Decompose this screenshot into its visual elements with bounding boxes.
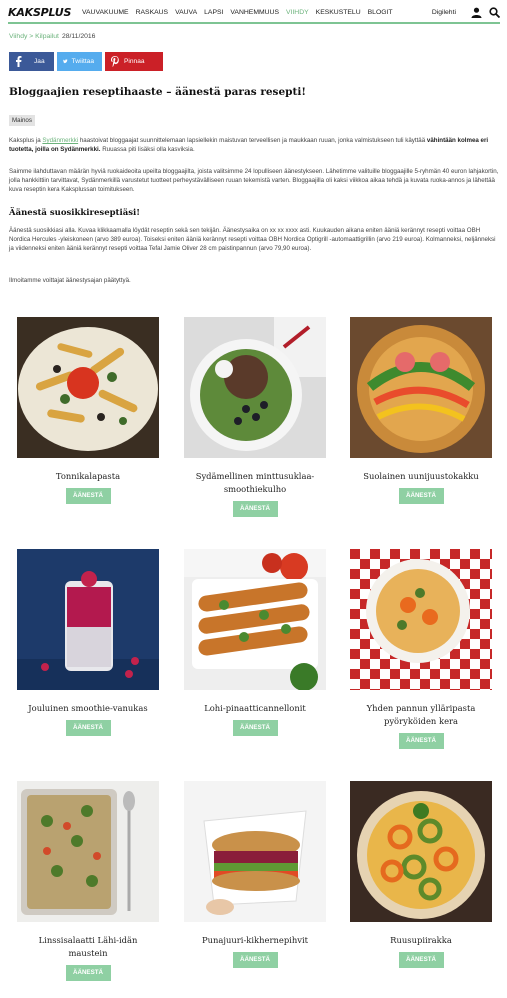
intro-paragraph: Kaksplus ja Sydänmerkki haastoivat blogg…: [9, 136, 499, 154]
vote-heading: Äänestä suosikkireseptiäsi!: [9, 208, 140, 218]
search-icon[interactable]: [488, 6, 500, 18]
nav-item-keskustelu[interactable]: KESKUSTELU: [316, 9, 361, 16]
intro-text-start: Kaksplus ja: [9, 137, 43, 144]
vote-button[interactable]: ÄÄNESTÄ: [65, 488, 111, 504]
vote-button[interactable]: ÄÄNESTÄ: [398, 952, 444, 968]
recipe-image[interactable]: [17, 781, 159, 922]
site-header: KAKSPLUS VAUVAKUUME RASKAUS VAUVA LAPSI …: [8, 0, 500, 24]
vote-button[interactable]: ÄÄNESTÄ: [65, 720, 111, 736]
header-divider: [8, 22, 500, 24]
twitter-icon: [63, 59, 68, 64]
nav-item-vauva[interactable]: VAUVA: [175, 9, 197, 16]
rules-paragraph: Äänestä suosikkiasi alla. Kuvaa klikkaam…: [9, 227, 496, 252]
recipe-image[interactable]: [184, 317, 326, 458]
recipe-title[interactable]: Punajuuri-kikhernepihvit: [184, 934, 326, 947]
recipe-card: Lohi-pinaatticannellonit ÄÄNESTÄ: [184, 549, 326, 736]
vote-button[interactable]: ÄÄNESTÄ: [398, 488, 444, 504]
recipe-image[interactable]: [184, 781, 326, 922]
sponsored-tag: Mainos: [9, 115, 35, 126]
nav-item-viihdy[interactable]: VIIHDY: [286, 9, 309, 16]
winners-note: Ilmoitamme voittajat äänestysajan päätyt…: [9, 277, 131, 284]
intro-text-mid: haastoivat bloggaajat suunnittelemaan la…: [78, 137, 427, 144]
recipe-title[interactable]: Yhden pannun ylläripasta pyöryköiden ker…: [350, 702, 492, 728]
facebook-share-button[interactable]: Jaa: [9, 52, 54, 71]
vote-button[interactable]: ÄÄNESTÄ: [232, 720, 278, 736]
recipe-image[interactable]: [17, 317, 159, 458]
pinterest-share-label: Pinnaa: [124, 58, 145, 65]
recipe-image[interactable]: [350, 317, 492, 458]
pinterest-share-button[interactable]: Pinnaa: [105, 52, 163, 71]
main-nav: VAUVAKUUME RASKAUS VAUVA LAPSI VANHEMMUU…: [82, 9, 393, 16]
recipe-title[interactable]: Jouluinen smoothie-vanukas: [17, 702, 159, 715]
site-logo[interactable]: KAKSPLUS: [8, 6, 72, 19]
breadcrumb: Viihdy > Kilpailut 28/11/2016: [9, 33, 95, 40]
recipe-image[interactable]: [184, 549, 326, 690]
nav-item-lapsi[interactable]: LAPSI: [204, 9, 223, 16]
digilehti-link[interactable]: Digilehti: [432, 9, 456, 16]
nav-item-blogit[interactable]: BLOGIT: [368, 9, 393, 16]
recipe-title[interactable]: Sydämellinen minttusuklaa-smoothiekulho: [184, 470, 326, 496]
recipe-image[interactable]: [17, 549, 159, 690]
recipe-card: Tonnikalapasta ÄÄNESTÄ: [17, 317, 159, 504]
pinterest-icon: [111, 56, 119, 67]
share-bar: Jaa Twiittaa Pinnaa: [9, 52, 163, 71]
recipe-title[interactable]: Ruusupiirakka: [350, 934, 492, 947]
facebook-share-label: Jaa: [34, 58, 45, 65]
recipe-title[interactable]: Lohi-pinaatticannellonit: [184, 702, 326, 715]
user-icon[interactable]: [470, 6, 482, 18]
recipe-card: Suolainen uunijuustokakku ÄÄNESTÄ: [350, 317, 492, 504]
nav-item-vauvakuume[interactable]: VAUVAKUUME: [82, 9, 129, 16]
facebook-icon: [16, 56, 22, 67]
recipe-title[interactable]: Tonnikalapasta: [17, 470, 159, 483]
publish-date: 28/11/2016: [61, 33, 96, 40]
recipe-image[interactable]: [350, 549, 492, 690]
recipe-card: Punajuuri-kikhernepihvit ÄÄNESTÄ: [184, 781, 326, 968]
twitter-share-label: Twiittaa: [71, 58, 94, 65]
intro-text-end: Ruuassa piti lisäksi olla kasviksia.: [100, 146, 195, 153]
recipe-card: Yhden pannun ylläripasta pyöryköiden ker…: [350, 549, 492, 749]
vote-button[interactable]: ÄÄNESTÄ: [232, 501, 278, 517]
recipe-image[interactable]: [350, 781, 492, 922]
nav-item-vanhemmuus[interactable]: VANHEMMUUS: [230, 9, 279, 16]
recipe-card: Jouluinen smoothie-vanukas ÄÄNESTÄ: [17, 549, 159, 736]
recipe-title[interactable]: Linssisalaatti Lähi-idän maustein: [17, 934, 159, 960]
vote-button[interactable]: ÄÄNESTÄ: [65, 965, 111, 981]
breadcrumb-path[interactable]: Viihdy > Kilpailut: [9, 33, 59, 40]
recipe-title[interactable]: Suolainen uunijuustokakku: [350, 470, 492, 483]
nav-item-raskaus[interactable]: RASKAUS: [136, 9, 168, 16]
vote-button[interactable]: ÄÄNESTÄ: [398, 733, 444, 749]
recipe-card: Linssisalaatti Lähi-idän maustein ÄÄNEST…: [17, 781, 159, 981]
sydanmerkki-link[interactable]: Sydänmerkki: [42, 137, 78, 144]
recipe-card: Sydämellinen minttusuklaa-smoothiekulho …: [184, 317, 326, 517]
twitter-share-button[interactable]: Twiittaa: [57, 52, 102, 71]
vote-button[interactable]: ÄÄNESTÄ: [232, 952, 278, 968]
article-title: Bloggaajien reseptihaaste – äänestä para…: [9, 86, 306, 98]
details-paragraph: Saimme ilahduttavan määrän hyviä ruokaid…: [9, 168, 499, 193]
recipe-card: Ruusupiirakka ÄÄNESTÄ: [350, 781, 492, 968]
